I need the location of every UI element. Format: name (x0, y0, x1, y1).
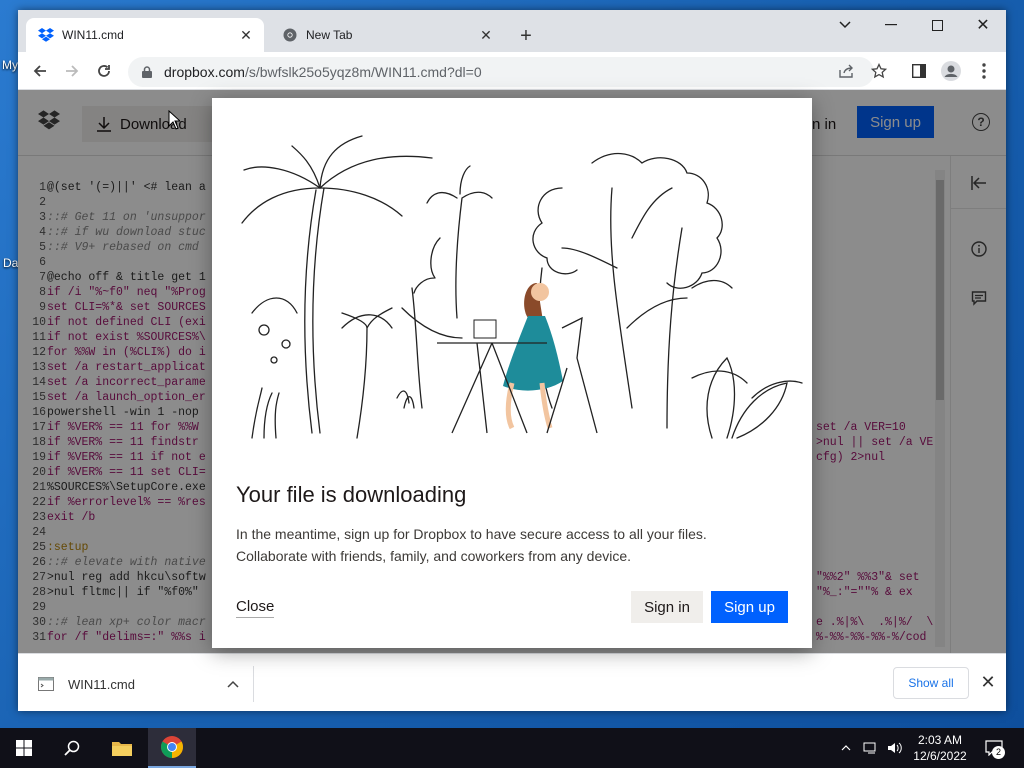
side-panel-icon[interactable] (906, 58, 932, 84)
chrome-icon (282, 27, 298, 43)
close-window-icon[interactable]: ✕ (960, 10, 1006, 40)
file-icon (38, 677, 54, 691)
address-bar[interactable]: dropbox.com/s/bwfslk25o5yqz8m/WIN11.cmd?… (128, 57, 874, 87)
download-modal: Your file is downloading In the meantime… (212, 98, 812, 648)
taskbar: 2:03 AM 12/6/2022 2 (0, 728, 1024, 768)
tray-chevron-up-icon[interactable] (836, 728, 856, 768)
reload-icon[interactable] (90, 58, 118, 84)
download-filename: WIN11.cmd (68, 676, 135, 692)
garden-illustration (241, 135, 803, 439)
notification-center-icon[interactable]: 2 (978, 728, 1010, 768)
desktop-icon-label[interactable]: Da (3, 256, 18, 270)
close-shelf-icon[interactable]: ✕ (978, 671, 998, 693)
forward-icon[interactable] (58, 58, 86, 84)
lock-icon[interactable] (140, 66, 154, 78)
tab-win11-cmd[interactable]: WIN11.cmd ✕ (26, 18, 264, 52)
modal-signin-button[interactable]: Sign in (631, 591, 703, 623)
download-shelf: WIN11.cmd Show all ✕ (18, 653, 1006, 711)
download-item[interactable]: WIN11.cmd (30, 666, 254, 702)
toolbar: dropbox.com/s/bwfslk25o5yqz8m/WIN11.cmd?… (18, 52, 1006, 90)
modal-signup-button[interactable]: Sign up (711, 591, 788, 623)
modal-title: Your file is downloading (236, 482, 467, 507)
tab-title: WIN11.cmd (62, 28, 124, 42)
chevron-up-icon[interactable] (227, 680, 239, 688)
chrome-taskbar-icon[interactable] (148, 728, 196, 768)
search-icon[interactable] (48, 728, 96, 768)
windows-start-icon[interactable] (0, 728, 48, 768)
desktop-icon-label[interactable]: My (2, 58, 18, 72)
modal-body: In the meantime, sign up for Dropbox to … (236, 526, 707, 564)
profile-avatar-icon[interactable] (938, 58, 964, 84)
url-path: /s/bwfslk25o5yqz8m/WIN11.cmd?dl=0 (244, 64, 482, 80)
clock[interactable]: 2:03 AM 12/6/2022 (908, 728, 972, 768)
close-tab-icon[interactable]: ✕ (476, 25, 496, 45)
close-tab-icon[interactable]: ✕ (236, 25, 256, 45)
file-explorer-icon[interactable] (98, 728, 146, 768)
share-icon[interactable] (834, 58, 860, 84)
new-tab-button[interactable]: + (514, 25, 538, 49)
network-icon[interactable] (860, 728, 882, 768)
minimize-icon[interactable] (868, 10, 914, 40)
clock-date: 12/6/2022 (913, 749, 967, 763)
url-host: dropbox.com (164, 64, 245, 80)
volume-icon[interactable] (884, 728, 906, 768)
tab-title: New Tab (306, 28, 353, 42)
notification-count-badge: 2 (992, 746, 1005, 759)
back-icon[interactable] (26, 58, 54, 84)
more-menu-icon[interactable] (971, 58, 997, 84)
mouse-cursor-icon (168, 110, 180, 130)
bookmark-star-icon[interactable] (866, 58, 892, 84)
tab-strip: WIN11.cmd ✕ New Tab ✕ + ✕ (18, 10, 1006, 52)
maximize-icon[interactable] (914, 10, 960, 40)
modal-close-button[interactable]: Close (236, 598, 275, 618)
dropbox-icon (38, 27, 54, 43)
tab-new-tab[interactable]: New Tab ✕ (270, 18, 504, 52)
show-all-button[interactable]: Show all (893, 667, 969, 699)
clock-time: 2:03 AM (917, 733, 963, 747)
tab-search-icon[interactable] (822, 10, 868, 40)
